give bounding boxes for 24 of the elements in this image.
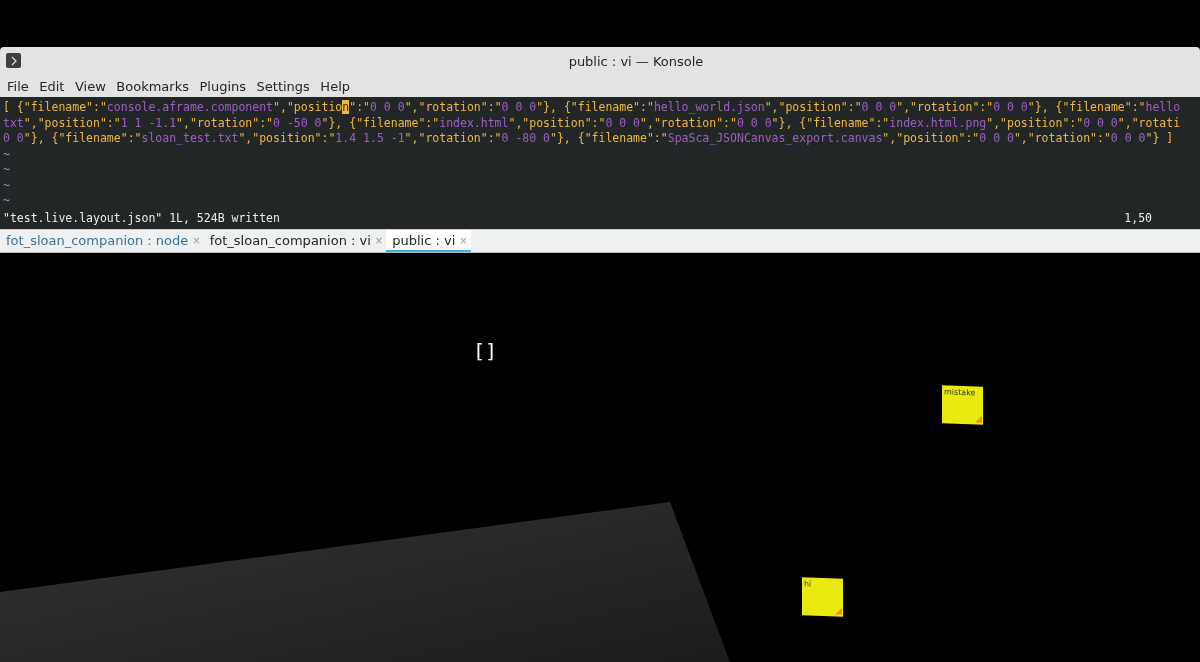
menu-item[interactable]: Help — [316, 78, 357, 94]
sticky-note[interactable]: mistake — [942, 385, 983, 425]
empty-line-marker: ~ — [3, 146, 10, 161]
window-title: public : vi — Konsole — [567, 53, 704, 69]
code-line: txt","position":"1 1 -1.1","rotation":"0 -50 0"}, {"filename":"index.html","position":"0 0 0","rotation":"0 0 0"}, {"filename":"index.html.png","position":"0 0 0","rotati — [2, 115, 1182, 131]
menu-item[interactable]: View — [70, 78, 113, 94]
cursor-position: 1,50 — [1124, 210, 1153, 226]
menu-item[interactable]: Edit — [35, 78, 71, 94]
menu-item[interactable]: File — [3, 78, 36, 94]
terminal-tab[interactable]: public : vi × — [386, 230, 471, 252]
status-message: "test.live.layout.json" 1L, 524B written — [3, 210, 280, 226]
cursor-label: [] — [473, 339, 498, 363]
menu-item[interactable]: Settings — [252, 78, 317, 94]
terminal-tab[interactable]: fot_sloan_companion : vi × — [203, 230, 387, 252]
menu-item[interactable]: Plugins — [195, 78, 253, 94]
empty-line-marker: ~ — [3, 177, 10, 192]
terminal-tab[interactable]: fot_sloan_companion : node × — [0, 230, 204, 252]
code-line: 0 0"}, {"filename":"sloan_test.txt","position":"1.4 1.5 -1","rotation":"0 -80 0"}, {"filename":"SpaSca_JSONCanvas_export.canvas","position":"0 0 0","rotation":"0 0 0"} ] — [2, 131, 1175, 147]
terminal-icon[interactable] — [6, 53, 21, 68]
empty-line-marker: ~ — [3, 162, 10, 176]
code-line: [ {"filename":"console.aframe.component","position":"0 0 0","rotation":"0 0 0"}, {"filename":"hello_world.json","position":"0 0 0","rotation":"0 0 0"}, {"filename":"hello — [2, 100, 1182, 116]
sticky-note[interactable]: hi — [802, 577, 843, 617]
empty-line-marker: ~ — [3, 193, 10, 207]
menu-item[interactable]: Bookmarks — [112, 78, 196, 94]
